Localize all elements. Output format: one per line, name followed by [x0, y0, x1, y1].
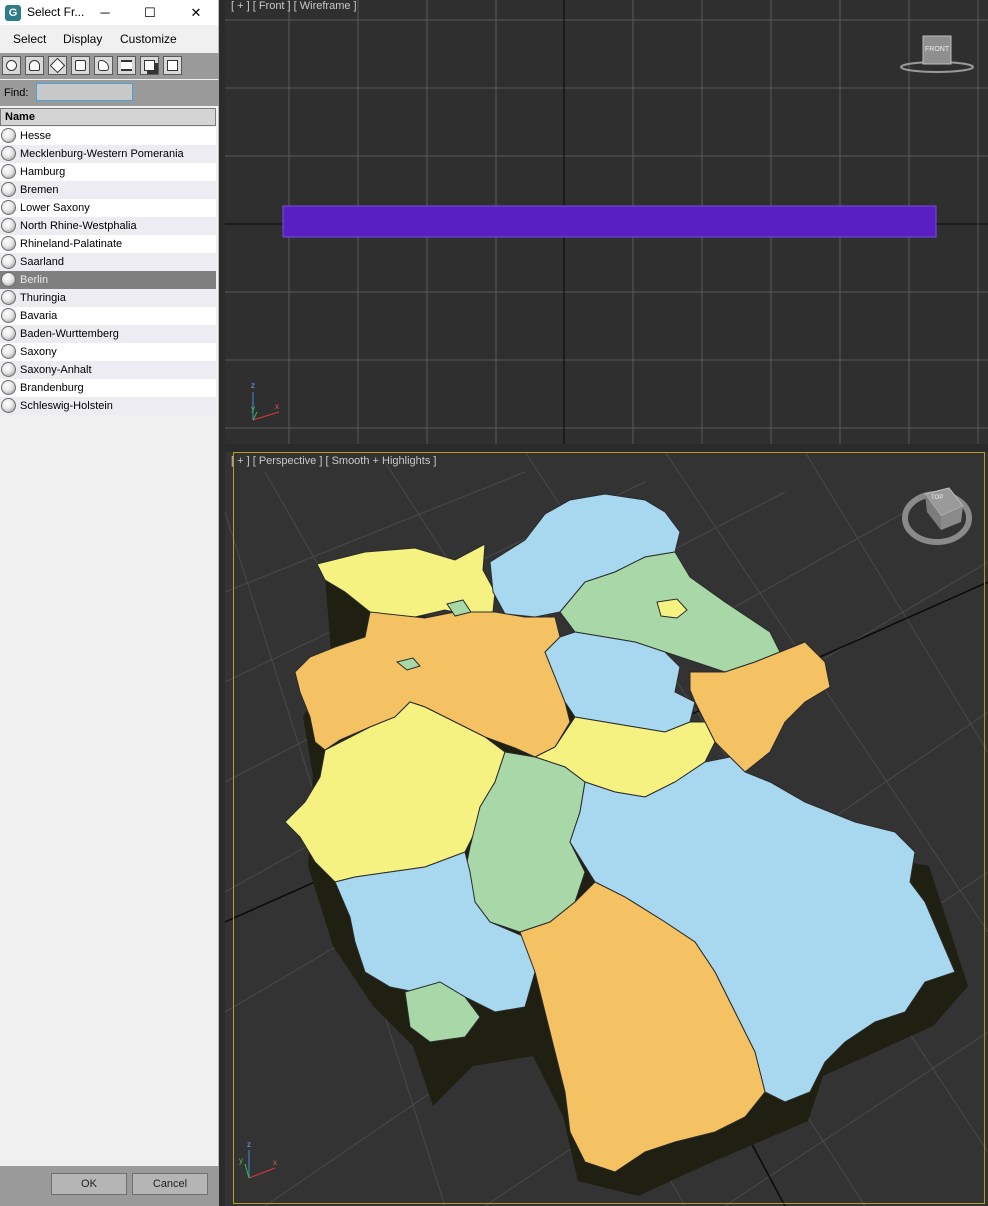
- list-item[interactable]: Mecklenburg-Western Pomerania: [0, 145, 216, 163]
- list-item[interactable]: Lower Saxony: [0, 199, 216, 217]
- object-sphere-icon: [1, 344, 16, 359]
- object-sphere-icon: [1, 380, 16, 395]
- perspective-axis-z-label: z: [247, 1140, 251, 1149]
- perspective-viewport[interactable]: [ + ] [ Perspective ] [ Smooth + Highlig…: [225, 452, 988, 1206]
- spacewarp-icon[interactable]: [117, 56, 136, 75]
- list-item[interactable]: Hamburg: [0, 163, 216, 181]
- perspective-axis-gizmo: [244, 1150, 276, 1179]
- list-item[interactable]: Bremen: [0, 181, 216, 199]
- selected-map-mesh-front[interactable]: [283, 206, 936, 237]
- list-item-label: Bremen: [20, 184, 59, 196]
- list-item[interactable]: Bavaria: [0, 307, 216, 325]
- list-item[interactable]: Hesse: [0, 127, 216, 145]
- front-viewcube-label: FRONT: [925, 46, 950, 53]
- list-item[interactable]: Schleswig-Holstein: [0, 397, 216, 415]
- cancel-button[interactable]: Cancel: [132, 1173, 208, 1195]
- front-viewport-label[interactable]: [ + ] [ Front ] [ Wireframe ]: [231, 0, 357, 12]
- find-input[interactable]: [36, 83, 133, 101]
- object-sphere-icon: [1, 290, 16, 305]
- list-item-label: Saxony: [20, 346, 57, 358]
- minimize-button[interactable]: ─: [82, 0, 128, 25]
- close-button[interactable]: ✕: [173, 0, 219, 25]
- list-item[interactable]: North Rhine-Westphalia: [0, 217, 216, 235]
- object-sphere-icon: [1, 272, 16, 287]
- list-item-label: Thuringia: [20, 292, 66, 304]
- object-sphere-icon: [1, 218, 16, 233]
- perspective-axis-y-label: y: [239, 1156, 243, 1165]
- object-sphere-icon: [1, 362, 16, 377]
- front-axis-z-label: z: [251, 381, 255, 390]
- list-item-label: Bavaria: [20, 310, 58, 322]
- select-from-scene-dialog: G Select Fr... ─ ☐ ✕ Select Display Cust…: [0, 0, 219, 1206]
- list-item-label: Rhineland-Palatinate: [20, 238, 123, 250]
- front-axis-x-label: x: [275, 402, 279, 411]
- list-item-label: Brandenburg: [20, 382, 84, 394]
- list-item[interactable]: Baden-Wurttemberg: [0, 325, 216, 343]
- helper-icon[interactable]: [94, 56, 113, 75]
- list-item[interactable]: Thuringia: [0, 289, 216, 307]
- list-item-label: Hesse: [20, 130, 52, 142]
- list-item-label: Hamburg: [20, 166, 66, 178]
- app-icon: G: [5, 5, 21, 21]
- menu-customize[interactable]: Customize: [120, 32, 177, 46]
- group-icon[interactable]: [140, 56, 159, 75]
- object-list: Hesse Mecklenburg-Western Pomerania Hamb…: [0, 127, 216, 415]
- object-sphere-icon: [1, 308, 16, 323]
- camera-icon[interactable]: [71, 56, 90, 75]
- object-sphere-icon: [1, 128, 16, 143]
- object-sphere-icon: [1, 236, 16, 251]
- front-viewport[interactable]: [ + ] [ Front ] [ Wireframe ] FRONT z x …: [225, 0, 988, 444]
- perspective-viewport-label[interactable]: [ + ] [ Perspective ] [ Smooth + Highlig…: [231, 455, 436, 467]
- perspective-axis-x-label: x: [273, 1158, 277, 1167]
- perspective-viewport-canvas[interactable]: [225, 452, 988, 1206]
- list-item-label: Schleswig-Holstein: [20, 400, 113, 412]
- object-sphere-icon: [1, 398, 16, 413]
- list-item-selected[interactable]: Berlin: [0, 271, 216, 289]
- column-header-name[interactable]: Name: [0, 108, 216, 126]
- menu-select[interactable]: Select: [13, 32, 46, 46]
- column-header-label: Name: [5, 111, 35, 123]
- list-item-label: Lower Saxony: [20, 202, 90, 214]
- find-row: Find:: [0, 80, 219, 106]
- dialog-title: Select Fr...: [27, 5, 85, 19]
- dialog-title-bar[interactable]: G Select Fr... ─ ☐ ✕: [0, 0, 218, 25]
- list-item-label: Saxony-Anhalt: [20, 364, 92, 376]
- object-sphere-icon: [1, 146, 16, 161]
- maximize-button[interactable]: ☐: [127, 0, 173, 25]
- menu-display[interactable]: Display: [63, 32, 102, 46]
- perspective-viewcube-label: TOP: [931, 495, 944, 501]
- list-item[interactable]: Saxony: [0, 343, 216, 361]
- front-viewport-canvas[interactable]: [225, 0, 988, 444]
- object-sphere-icon: [1, 182, 16, 197]
- object-sphere-icon: [1, 254, 16, 269]
- list-item[interactable]: Saarland: [0, 253, 216, 271]
- germany-map[interactable]: [284, 493, 956, 1173]
- object-sphere-icon: [1, 164, 16, 179]
- object-sphere-icon: [1, 326, 16, 341]
- list-item[interactable]: Brandenburg: [0, 379, 216, 397]
- dialog-button-bar: OK Cancel: [0, 1166, 219, 1206]
- ok-button[interactable]: OK: [51, 1173, 127, 1195]
- list-item-label: Baden-Wurttemberg: [20, 328, 119, 340]
- list-item[interactable]: Rhineland-Palatinate: [0, 235, 216, 253]
- list-item[interactable]: Saxony-Anhalt: [0, 361, 216, 379]
- find-label: Find:: [4, 87, 29, 99]
- light-icon[interactable]: [48, 56, 67, 75]
- geometry-icon[interactable]: [25, 56, 44, 75]
- list-item-label: Berlin: [20, 274, 49, 286]
- filter-toolbar: [0, 53, 219, 79]
- front-viewcube[interactable]: [900, 35, 974, 73]
- list-item-label: Saarland: [20, 256, 65, 268]
- object-sphere-icon: [1, 200, 16, 215]
- display-all-icon[interactable]: [2, 56, 21, 75]
- list-item-label: Mecklenburg-Western Pomerania: [20, 148, 184, 160]
- front-axis-y-label: y: [251, 404, 255, 413]
- list-item-label: North Rhine-Westphalia: [20, 220, 137, 232]
- menu-bar: Select Display Customize: [0, 25, 218, 51]
- bone-icon[interactable]: [163, 56, 182, 75]
